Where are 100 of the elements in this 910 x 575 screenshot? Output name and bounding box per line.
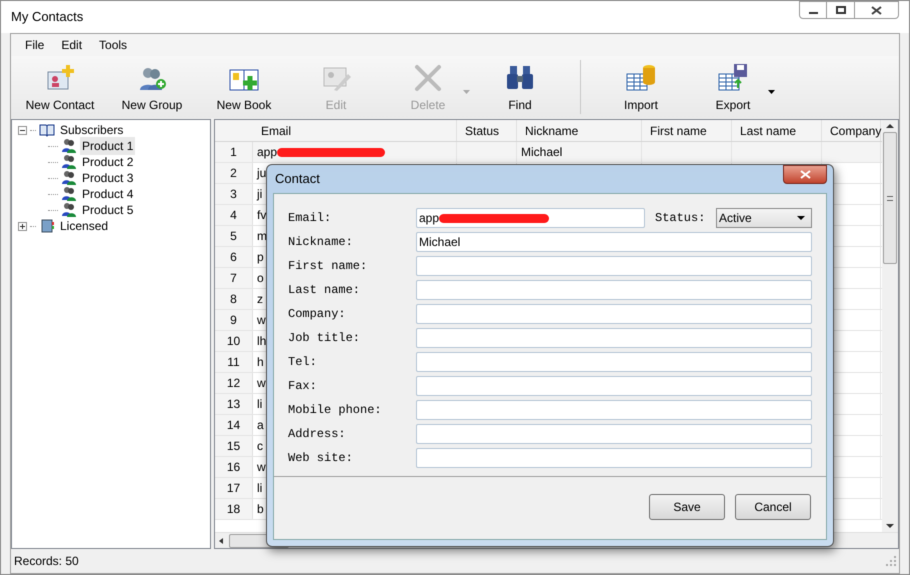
column-header[interactable]: First name — [642, 120, 732, 141]
input-field[interactable] — [416, 352, 812, 372]
menu-item[interactable]: Tools — [91, 36, 136, 54]
input-field[interactable] — [416, 376, 812, 396]
close-button[interactable] — [855, 1, 899, 19]
people-icon — [61, 202, 77, 218]
input-field[interactable] — [416, 400, 812, 420]
field-label: Company: — [288, 306, 347, 323]
people-icon — [61, 154, 77, 170]
row-number: 3 — [215, 184, 253, 204]
window-title: My Contacts — [11, 8, 84, 26]
menu-item[interactable]: Edit — [53, 36, 90, 54]
table-cell-text: b — [257, 501, 264, 518]
toolbar-button[interactable]: Import — [595, 56, 687, 118]
row-number: 15 — [215, 436, 253, 456]
table-cell-text: w — [257, 459, 266, 476]
field-label: Status: — [655, 210, 706, 227]
expand-icon[interactable] — [18, 222, 27, 230]
input-field[interactable] — [416, 328, 812, 348]
status-text: Records: 50 — [14, 553, 79, 570]
input-field[interactable]: Michael — [416, 232, 812, 252]
row-number: 9 — [215, 310, 253, 330]
tree-item[interactable]: Product 1 — [80, 137, 136, 155]
input-field[interactable] — [416, 280, 812, 300]
table-floppy-icon — [717, 62, 749, 92]
caret-icon — [797, 216, 805, 220]
row-number: 16 — [215, 457, 253, 477]
menu-item[interactable]: File — [17, 36, 52, 54]
table-cell-text: w — [257, 312, 266, 329]
close-icon — [800, 170, 810, 179]
column-header[interactable]: Company — [822, 120, 881, 141]
close-button[interactable] — [783, 165, 827, 184]
dialog-button[interactable]: Cancel — [735, 494, 811, 520]
address-book-icon — [39, 218, 55, 234]
tree-item[interactable]: Subscribers — [58, 121, 126, 139]
column-header[interactable]: Status — [457, 120, 517, 141]
field-label: Web site: — [288, 450, 354, 467]
tree-item[interactable]: Product 5 — [80, 201, 136, 219]
resize-grip-icon — [886, 556, 896, 566]
tree-item[interactable]: Product 3 — [80, 169, 136, 187]
field-label: First name: — [288, 258, 368, 275]
toolbar-button[interactable]: New Book — [198, 56, 290, 118]
row-number: 12 — [215, 373, 253, 393]
scroll-thumb[interactable] — [883, 132, 897, 264]
row-number: 11 — [215, 352, 253, 372]
row-number: 13 — [215, 394, 253, 414]
table-cell-text: c — [257, 438, 263, 455]
input-field[interactable] — [416, 256, 812, 276]
input-field[interactable] — [416, 304, 812, 324]
column-header[interactable]: Last name — [732, 120, 822, 141]
toolbar-button[interactable]: New Group — [106, 56, 198, 118]
toolbar-button[interactable]: Export — [687, 56, 779, 118]
input-field[interactable] — [416, 448, 812, 468]
close-icon — [871, 6, 882, 14]
table-cell-text: lh — [257, 333, 266, 350]
column-header[interactable]: Nickname — [517, 120, 642, 141]
field-label: Email: — [288, 210, 332, 227]
people-icon — [61, 186, 77, 202]
row-number: 17 — [215, 478, 253, 498]
row-number: 5 — [215, 226, 253, 246]
row-number: 18 — [215, 499, 253, 519]
field-label: Mobile phone: — [288, 402, 383, 419]
collapse-icon[interactable] — [18, 126, 27, 134]
status-dropdown[interactable]: Active — [716, 208, 812, 228]
toolbar-button[interactable]: New Contact — [14, 56, 106, 118]
field-label: Last name: — [288, 282, 362, 299]
row-number: 7 — [215, 268, 253, 288]
field-label: Address: — [288, 426, 347, 443]
people-icon — [61, 170, 77, 186]
table-cell-text: a — [257, 417, 264, 434]
minimize-button[interactable] — [799, 1, 827, 19]
table-cell-text: m — [257, 228, 267, 245]
table-cell-text: h — [257, 354, 264, 371]
dialog-title: Contact — [275, 170, 320, 188]
row-number: 8 — [215, 289, 253, 309]
table-cell-text: Michael — [521, 144, 562, 161]
book-icon — [39, 122, 55, 138]
table-cell-text: li — [257, 396, 262, 413]
dropdown-arrow-icon[interactable] — [768, 90, 775, 94]
maximize-button[interactable] — [827, 1, 855, 19]
field-label: Fax: — [288, 378, 318, 395]
row-number: 4 — [215, 205, 253, 225]
dialog-button[interactable]: Save — [649, 494, 725, 520]
people-icon — [61, 138, 77, 154]
input-field[interactable] — [416, 424, 812, 444]
table-cell-text: ju — [257, 165, 266, 182]
input-field[interactable]: app — [416, 208, 645, 228]
table-cell-text: li — [257, 480, 262, 497]
table-cell-text: ji — [257, 186, 262, 203]
tree-item[interactable]: Licensed — [58, 217, 110, 235]
row-number: 6 — [215, 247, 253, 267]
column-header[interactable]: Email — [253, 120, 457, 141]
table-cell-text: w — [257, 375, 266, 392]
tree-item[interactable]: Product 4 — [80, 185, 136, 203]
row-number: 14 — [215, 415, 253, 435]
toolbar-button[interactable]: Find — [474, 56, 566, 118]
vertical-scrollbar[interactable] — [882, 120, 898, 532]
tree-item[interactable]: Product 2 — [80, 153, 136, 171]
row-number: 2 — [215, 163, 253, 183]
table-cell-text: z — [257, 291, 263, 308]
